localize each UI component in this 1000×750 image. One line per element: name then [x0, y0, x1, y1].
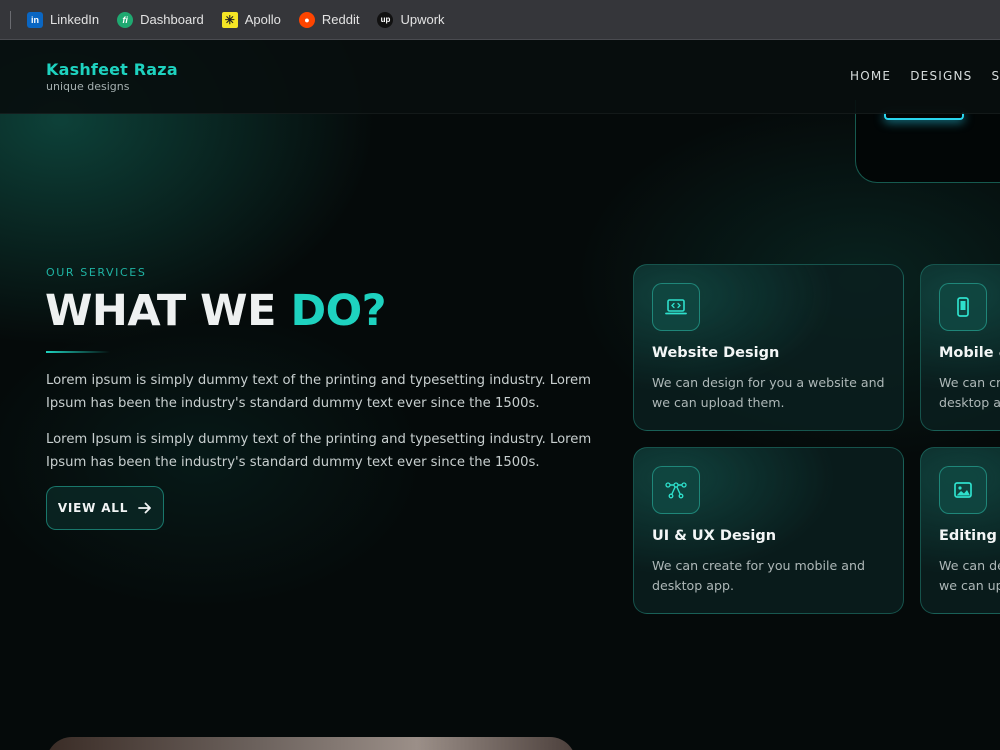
heading-main: WHAT WE	[45, 286, 291, 336]
bookmark-linkedin[interactable]: in LinkedIn	[27, 11, 100, 28]
card-description: We can design for you a website and we c…	[652, 375, 885, 410]
service-card-ui-ux-design[interactable]: UI & UX Design We can create for you mob…	[633, 447, 904, 614]
arrow-right-icon	[138, 502, 152, 514]
nav-home[interactable]: HOME	[850, 69, 891, 83]
bookmarks-separator	[10, 10, 11, 29]
image-icon	[939, 466, 987, 514]
mobile-icon	[939, 283, 987, 331]
bookmark-label: Dashboard	[140, 12, 204, 27]
section-paragraph: Lorem Ipsum is simply dummy text of the …	[46, 432, 592, 470]
bookmark-dashboard[interactable]: fi Dashboard	[117, 11, 204, 28]
upwork-icon: up	[377, 11, 394, 28]
nav-services[interactable]: SE	[992, 69, 1000, 83]
web-page: Kashfeet Raza unique designs HOME DESIGN…	[0, 40, 1000, 750]
service-card-mobile[interactable]: Mobile & We can cr desktop a	[920, 264, 1000, 431]
card-title: Mobile &	[939, 345, 1000, 361]
portfolio-image-preview	[46, 737, 576, 750]
card-description: We can de we can up	[939, 558, 1000, 593]
view-all-button[interactable]: VIEW ALL	[46, 486, 164, 530]
card-description: We can create for you mobile and desktop…	[652, 558, 865, 593]
bookmark-reddit[interactable]: ● Reddit	[298, 11, 360, 28]
section-paragraph: Lorem ipsum is simply dummy text of the …	[46, 373, 592, 411]
laptop-code-icon	[652, 283, 700, 331]
reddit-icon: ●	[298, 11, 315, 28]
card-title: Editing F	[939, 528, 1000, 544]
view-all-label: VIEW ALL	[57, 501, 129, 515]
bookmark-label: Reddit	[321, 12, 360, 27]
brand-tagline: unique designs	[46, 80, 130, 93]
brand-name: Kashfeet Raza	[46, 60, 178, 79]
bookmark-apollo[interactable]: ✳ Apollo	[221, 11, 281, 28]
card-title: UI & UX Design	[652, 528, 777, 544]
bookmarks-bar: in LinkedIn fi Dashboard ✳ Apollo ● Redd…	[0, 0, 1000, 40]
site-header: Kashfeet Raza unique designs HOME DESIGN…	[0, 40, 1000, 114]
section-eyebrow: OUR SERVICES	[46, 266, 147, 279]
service-card-website-design[interactable]: Website Design We can design for you a w…	[633, 264, 904, 431]
card-title: Website Design	[652, 345, 780, 361]
section-heading: WHAT WE DO?	[45, 286, 387, 336]
apollo-icon: ✳	[221, 11, 238, 28]
card-description: We can cr desktop a	[939, 375, 1000, 410]
brand-logo[interactable]: Kashfeet Raza unique designs	[46, 60, 178, 93]
heading-accent: DO?	[290, 286, 387, 336]
dashboard-icon: fi	[117, 11, 134, 28]
linkedin-icon: in	[27, 11, 43, 28]
service-card-editing[interactable]: Editing F We can de we can up	[920, 447, 1000, 614]
bookmark-upwork[interactable]: up Upwork	[377, 11, 445, 28]
vector-pen-icon	[652, 466, 700, 514]
bookmark-label: LinkedIn	[50, 12, 100, 27]
bookmark-label: Upwork	[400, 12, 445, 27]
heading-underline	[46, 351, 110, 353]
main-nav: HOME DESIGNS SE	[850, 69, 1000, 83]
bookmark-label: Apollo	[244, 12, 281, 27]
nav-designs[interactable]: DESIGNS	[910, 69, 972, 83]
